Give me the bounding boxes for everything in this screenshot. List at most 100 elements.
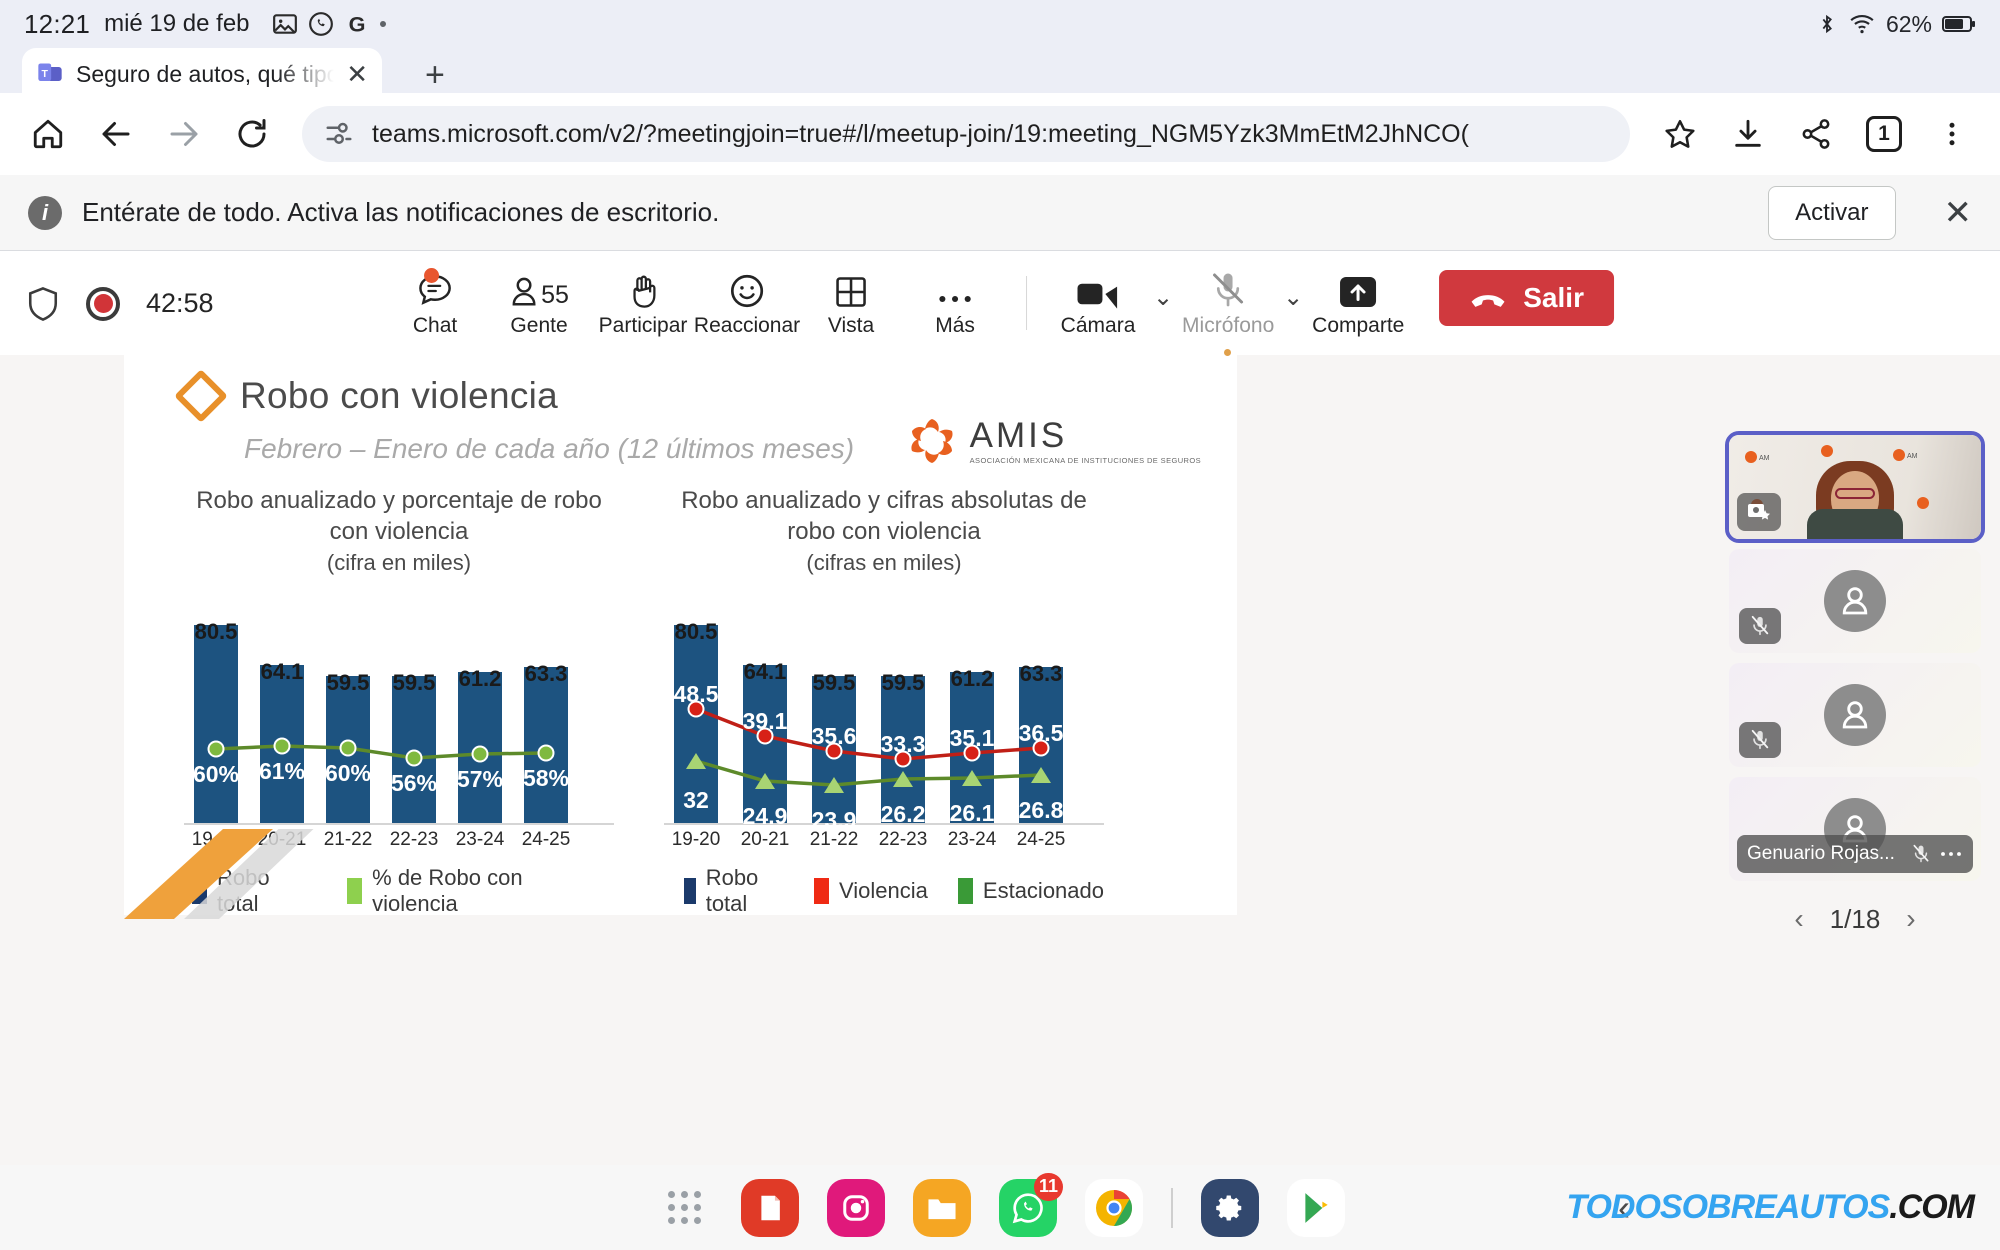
raise-hand-label: Participar xyxy=(598,313,688,337)
status-notification-icons: G xyxy=(272,11,386,37)
slide-marker-dot xyxy=(1224,349,1231,356)
play-store-icon[interactable] xyxy=(1287,1178,1345,1237)
participant-tile[interactable] xyxy=(1729,549,1981,653)
share-icon[interactable] xyxy=(1786,104,1846,164)
reload-icon[interactable] xyxy=(222,104,282,164)
files-icon[interactable] xyxy=(913,1178,971,1237)
teams-meeting-toolbar: 42:58 Chat 55 Gente Participar Reacciona… xyxy=(0,252,2000,355)
info-icon: i xyxy=(28,195,62,230)
tab-count-icon[interactable]: 1 xyxy=(1854,104,1914,164)
settings-icon[interactable] xyxy=(1201,1178,1259,1237)
camera-label: Cámara xyxy=(1060,313,1136,337)
microphone-button[interactable]: Micrófono xyxy=(1179,270,1277,338)
video-feed: AMIS AMIS xyxy=(1729,435,1981,539)
view-button[interactable]: Vista xyxy=(802,270,900,338)
battery-percent: 62% xyxy=(1885,10,1932,37)
leave-button[interactable]: Salir xyxy=(1439,269,1614,326)
camera-button[interactable]: Cámara xyxy=(1049,270,1147,338)
diamond-icon xyxy=(174,369,228,423)
legend-swatch xyxy=(814,877,830,904)
presentation-slide[interactable]: Robo con violencia Febrero – Enero de ca… xyxy=(124,349,1237,919)
clock: 12:21 xyxy=(24,8,91,39)
whatsapp-icon[interactable]: 11 xyxy=(999,1172,1063,1237)
more-dots-icon[interactable] xyxy=(1939,849,1963,859)
browser-tab-strip: T Seguro de autos, qué tipo de ✕ + xyxy=(0,48,2000,100)
participant-tile[interactable]: Genuario Rojas... xyxy=(1729,777,1981,881)
notes-icon[interactable] xyxy=(741,1178,799,1237)
react-button[interactable]: Reaccionar xyxy=(694,270,800,338)
microphone-label: Micrófono xyxy=(1182,313,1275,337)
chat-button[interactable]: Chat xyxy=(386,267,484,338)
slide-title: Robo con violencia xyxy=(240,375,559,416)
share-label: Comparte xyxy=(1312,313,1405,337)
close-icon[interactable]: ✕ xyxy=(1944,193,1973,233)
x-tick: 22-23 xyxy=(878,828,928,850)
person-icon xyxy=(1842,587,1868,615)
chat-badge xyxy=(424,267,440,283)
parked-marker xyxy=(686,752,706,769)
pager-prev-button[interactable]: ‹ xyxy=(1794,903,1803,935)
slide-subtitle: Febrero – Enero de cada año (12 últimos … xyxy=(244,433,855,464)
share-button[interactable]: Comparte xyxy=(1309,270,1407,338)
slide-header: Robo con violencia xyxy=(174,369,559,423)
participant-rail: AMIS AMIS xyxy=(1710,355,2000,1165)
parked-label: 26.1 xyxy=(949,799,995,826)
mic-off-icon xyxy=(1739,608,1781,644)
chart-left-subtitle: (cifra en miles) xyxy=(326,550,472,576)
pager-value: 1/18 xyxy=(1829,903,1881,934)
back-icon[interactable] xyxy=(86,104,146,164)
android-status-bar: 12:21 mié 19 de feb G 62% xyxy=(0,0,2000,48)
app-drawer-icon[interactable] xyxy=(655,1179,713,1237)
instagram-icon[interactable] xyxy=(827,1178,885,1237)
more-dots-icon xyxy=(936,270,974,310)
mic-off-icon xyxy=(1913,844,1929,863)
date-label: mié 19 de feb xyxy=(104,10,250,37)
amis-backdrop-icon xyxy=(1917,497,1929,509)
legend-label: Robo total xyxy=(705,864,759,916)
chrome-icon[interactable] xyxy=(1085,1178,1143,1237)
forward-icon[interactable] xyxy=(154,104,214,164)
chart-right-title-text: Robo anualizado y cifras absolutas de ro… xyxy=(681,487,1087,546)
camera-chevron-down-icon[interactable]: ⌄ xyxy=(1153,283,1173,338)
screen: 12:21 mié 19 de feb G 62% T Seguro de au… xyxy=(0,0,2000,1250)
close-icon[interactable]: ✕ xyxy=(346,61,368,87)
participant-tile[interactable] xyxy=(1729,663,1981,767)
status-bar-right: 62% xyxy=(1816,11,1976,38)
pin-video-icon[interactable] xyxy=(1737,493,1781,531)
legend-swatch xyxy=(957,877,973,904)
bookmark-star-icon[interactable] xyxy=(1650,104,1710,164)
dock-divider xyxy=(1171,1187,1173,1228)
avatar xyxy=(1824,570,1886,632)
percent-label: 56% xyxy=(390,769,438,796)
menu-kebab-icon[interactable] xyxy=(1922,104,1982,164)
percent-label: 57% xyxy=(456,765,504,792)
x-tick: 23-24 xyxy=(947,828,997,850)
legend-item: Robo total xyxy=(684,865,784,917)
x-tick: 22-23 xyxy=(389,828,439,850)
parked-marker xyxy=(1031,766,1051,783)
leave-label: Salir xyxy=(1523,281,1584,313)
toolbar-divider xyxy=(1026,275,1028,330)
parked-marker xyxy=(893,770,913,787)
whatsapp-badge: 11 xyxy=(1033,1172,1063,1201)
chart-right-subtitle: (cifras en miles) xyxy=(806,550,962,576)
amis-tagline: ASOCIACIÓN MEXICANA DE INSTITUCIONES DE … xyxy=(969,455,1201,465)
new-tab-button[interactable]: + xyxy=(425,56,445,95)
avatar xyxy=(1824,684,1886,746)
people-button[interactable]: 55 Gente xyxy=(490,270,588,338)
raise-hand-button[interactable]: Participar xyxy=(594,270,692,338)
participant-tile-active[interactable]: AMIS AMIS xyxy=(1725,431,1985,543)
parked-label: 24.9 xyxy=(742,802,788,829)
address-bar[interactable]: teams.microsoft.com/v2/?meetingjoin=true… xyxy=(302,106,1630,162)
activate-button[interactable]: Activar xyxy=(1768,185,1896,240)
photo-icon xyxy=(272,14,297,34)
line-marker xyxy=(405,749,423,767)
microphone-chevron-down-icon[interactable]: ⌄ xyxy=(1283,283,1303,338)
home-icon[interactable] xyxy=(18,104,78,164)
more-button[interactable]: Más xyxy=(906,270,1004,338)
download-icon[interactable] xyxy=(1718,104,1778,164)
legend-swatch xyxy=(684,877,696,904)
pager-next-button[interactable]: › xyxy=(1906,903,1915,935)
camera-icon xyxy=(1076,270,1120,310)
line-marker xyxy=(273,737,291,755)
